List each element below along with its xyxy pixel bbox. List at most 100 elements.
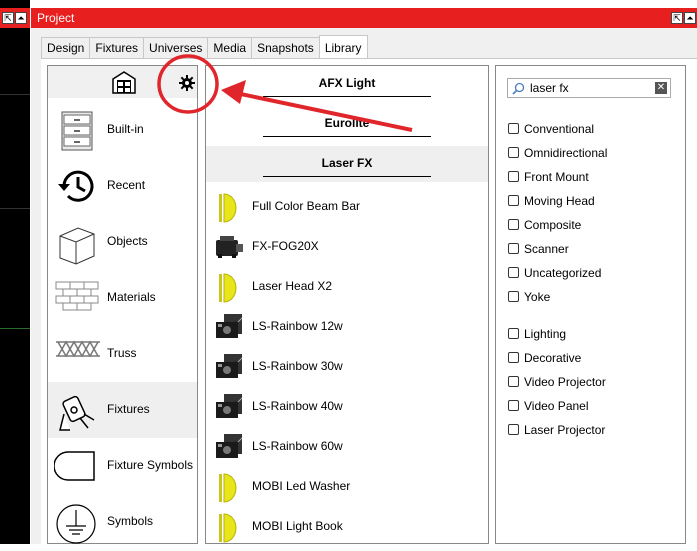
- checkbox[interactable]: [508, 171, 519, 182]
- yellow-fixture-icon: [212, 272, 246, 303]
- yellow-fixture-icon: [212, 512, 246, 543]
- background-window: [0, 0, 30, 544]
- category-item-fixture-symbols[interactable]: Fixture Symbols: [48, 438, 197, 494]
- ground-symbol-icon: [54, 502, 98, 544]
- fixture-list-item[interactable]: LS-Rainbow 40w: [206, 386, 488, 426]
- manufacturer-header[interactable]: Eurolite: [206, 106, 488, 142]
- checkbox[interactable]: [508, 424, 519, 435]
- fixture-label: LS-Rainbow 60w: [252, 439, 343, 453]
- checkbox[interactable]: [508, 400, 519, 411]
- search-value: laser fx: [530, 81, 569, 95]
- laser-projector-icon: [212, 392, 246, 422]
- window-titlebar[interactable]: Project ⇱ ⏶: [31, 8, 697, 28]
- divider: [0, 94, 30, 95]
- gear-icon[interactable]: [179, 75, 195, 91]
- checkbox-label: Laser Projector: [524, 423, 606, 437]
- fixture-label: LS-Rainbow 40w: [252, 399, 343, 413]
- yellow-fixture-icon: [212, 192, 246, 223]
- yellow-fixture-icon: [212, 472, 246, 503]
- category-item-truss[interactable]: Truss: [48, 326, 197, 382]
- tab-media[interactable]: Media: [207, 37, 253, 58]
- checkbox-label: Moving Head: [524, 194, 595, 208]
- checkbox-label: Decorative: [524, 351, 582, 365]
- checkbox[interactable]: [508, 243, 519, 254]
- checkbox[interactable]: [508, 291, 519, 302]
- fixture-list-item[interactable]: LS-Rainbow 12w: [206, 306, 488, 346]
- truss-icon: [54, 334, 100, 374]
- fixture-label: MOBI Led Washer: [252, 479, 351, 493]
- background-window-titlebar: ⇱ ⏶: [0, 8, 30, 28]
- warehouse-icon[interactable]: [112, 70, 136, 94]
- fixture-list-item[interactable]: MOBI Led Washer: [206, 466, 488, 506]
- manufacturer-header[interactable]: Laser FX: [206, 146, 488, 182]
- divider: [0, 208, 30, 209]
- category-label: Materials: [107, 290, 156, 304]
- checkbox-label: Front Mount: [524, 170, 589, 184]
- checkbox[interactable]: [508, 195, 519, 206]
- fog-machine-icon: [212, 232, 246, 262]
- fixture-label: MOBI Light Book: [252, 519, 343, 533]
- maximize-icon[interactable]: ⇱: [2, 12, 14, 24]
- checkbox-label: Composite: [524, 218, 582, 232]
- category-item-built-in[interactable]: Built-in: [48, 102, 197, 158]
- manufacturer-header[interactable]: AFX Light: [206, 66, 488, 102]
- tab-bar: Design Fixtures Universes Media Snapshots Lib…: [41, 35, 368, 59]
- category-item-symbols[interactable]: Symbols: [48, 494, 197, 550]
- checkbox-label: Conventional: [524, 122, 595, 136]
- category-item-objects[interactable]: Objects: [48, 214, 197, 270]
- checkbox-label: Video Projector: [524, 375, 606, 389]
- fixture-list-item[interactable]: MOBI Light Book: [206, 506, 488, 546]
- search-input[interactable]: laser fx ✕: [507, 78, 671, 98]
- manufacturer-label: Eurolite: [324, 116, 370, 130]
- manufacturer-label: Laser FX: [321, 156, 373, 170]
- tab-fixtures[interactable]: Fixtures: [89, 37, 145, 58]
- drawer-cabinet-icon: [54, 110, 98, 151]
- fixture-list-item[interactable]: LS-Rainbow 60w: [206, 426, 488, 466]
- spotlight-icon: [54, 390, 98, 431]
- category-label: Recent: [107, 178, 146, 192]
- checkbox[interactable]: [508, 352, 519, 363]
- fixture-list-item[interactable]: LS-Rainbow 30w: [206, 346, 488, 386]
- tab-design[interactable]: Design: [41, 37, 91, 58]
- divider: [0, 328, 30, 329]
- checkbox[interactable]: [508, 328, 519, 339]
- category-label: Built-in: [107, 122, 144, 136]
- checkbox[interactable]: [508, 219, 519, 230]
- category-label: Symbols: [107, 514, 154, 528]
- checkbox[interactable]: [508, 376, 519, 387]
- tab-snapshots[interactable]: Snapshots: [251, 37, 320, 58]
- category-header: [48, 66, 197, 98]
- fixture-symbol-icon: [53, 446, 98, 486]
- fixture-label: FX-FOG20X: [252, 239, 319, 253]
- restore-icon[interactable]: ⏶: [15, 12, 27, 24]
- category-label: Fixtures: [107, 402, 150, 416]
- checkbox[interactable]: [508, 267, 519, 278]
- manufacturer-label: AFX Light: [318, 76, 376, 90]
- checkbox[interactable]: [508, 147, 519, 158]
- header-underline: [263, 96, 431, 97]
- close-icon[interactable]: ✕: [655, 82, 667, 94]
- laser-projector-icon: [212, 312, 246, 342]
- category-label: Truss: [107, 346, 137, 360]
- fixture-label: LS-Rainbow 30w: [252, 359, 343, 373]
- checkbox-label: Yoke: [524, 290, 551, 304]
- maximize-icon[interactable]: ⇱: [671, 12, 683, 24]
- fixture-list-item[interactable]: Laser Head X2: [206, 266, 488, 306]
- category-label: Fixture Symbols: [107, 458, 194, 472]
- tab-universes[interactable]: Universes: [143, 37, 209, 58]
- checkbox-label: Scanner: [524, 242, 569, 256]
- checkbox-label: Uncategorized: [524, 266, 602, 280]
- cube-icon: [54, 222, 98, 265]
- category-item-recent[interactable]: Recent: [48, 158, 197, 214]
- fixture-label: Full Color Beam Bar: [252, 199, 361, 213]
- fixture-list-item[interactable]: Full Color Beam Bar: [206, 186, 488, 226]
- category-item-materials[interactable]: Materials: [48, 270, 197, 326]
- restore-icon[interactable]: ⏶: [684, 12, 696, 24]
- laser-projector-icon: [212, 352, 246, 382]
- header-underline: [263, 136, 431, 137]
- tab-library[interactable]: Library: [318, 35, 368, 58]
- checkbox[interactable]: [508, 123, 519, 134]
- fixture-list-item[interactable]: FX-FOG20X: [206, 226, 488, 266]
- laser-projector-icon: [212, 432, 246, 462]
- category-item-fixtures[interactable]: Fixtures: [48, 382, 197, 438]
